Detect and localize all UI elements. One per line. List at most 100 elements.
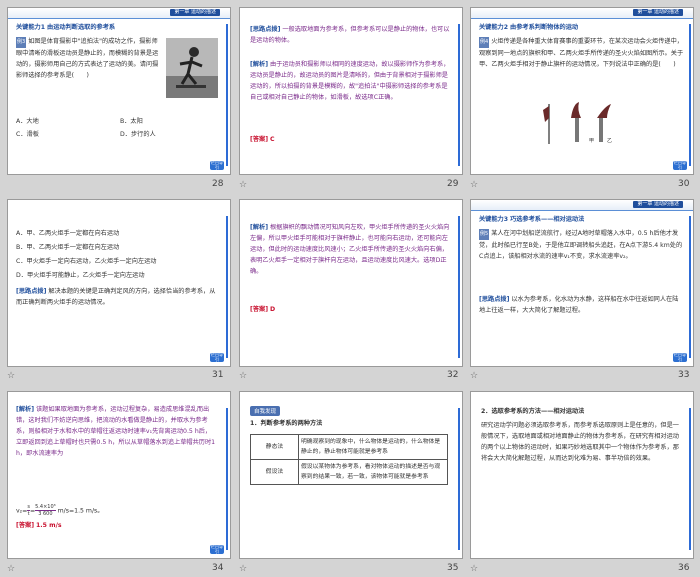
tip-text: 解决本题的关键是正确判定风的方向，选择恰当的参考系，从而正确判断两火炬手的运动情… bbox=[16, 288, 216, 306]
page-number: 35 bbox=[447, 563, 459, 573]
star-icon[interactable]: ☆ bbox=[239, 371, 247, 381]
formula-numerator: 5.4×10³ bbox=[35, 504, 56, 511]
analysis-block: [解析] 由于运动员和摄影师以相同的速度运动，故以摄影师作为参考系，运动员是静止… bbox=[250, 59, 450, 103]
slide-29[interactable]: [思路点拨] 一般选取地面为参考系，但参考系可以是静止的物体，也可以是运动的物体… bbox=[239, 7, 463, 175]
option-a: A．大地 bbox=[16, 118, 39, 125]
answer-block: [答案] C bbox=[250, 134, 275, 145]
flag-torch-figure: 甲 乙 bbox=[543, 102, 612, 144]
side-bar bbox=[458, 408, 460, 550]
slide-33[interactable]: 第一章 运动的描述 关键能力3 巧选参考系——相对运动法 例5 某人在河中划船逆流… bbox=[470, 199, 694, 367]
page-number: 30 bbox=[678, 179, 690, 189]
section-badge: 自我发现 bbox=[250, 406, 281, 416]
star-icon[interactable]: ☆ bbox=[7, 564, 15, 574]
side-bar bbox=[689, 24, 691, 166]
heading-text: 由运动判断选取的参考系 bbox=[47, 24, 116, 31]
question-text: 某人在河中划船逆流航行，经过A地时草帽落入水中，0.5 h后他才发觉，此时船已行… bbox=[479, 230, 683, 260]
answer-text: C bbox=[270, 136, 275, 143]
side-bar bbox=[226, 408, 228, 550]
option-c: C．滑板 bbox=[16, 131, 39, 138]
analysis-block: [解析] 该题如果取地面为参考系，运动过程复杂，易造成思维混乱而出错，这时我们不… bbox=[16, 404, 216, 459]
formula-denominator: 3 600 bbox=[38, 511, 53, 517]
page-number: 28 bbox=[212, 179, 224, 189]
page-number: 32 bbox=[447, 370, 459, 380]
option-d: D．甲火炬手可能静止，乙火炬手一定向左运动 bbox=[16, 272, 145, 279]
analysis-text: 由于运动员和摄影师以相同的速度运动，故以摄影师作为参考系，运动员是静止的，故运动… bbox=[250, 61, 450, 101]
heading-label: 关键能力3 bbox=[479, 216, 509, 223]
side-bar bbox=[458, 216, 460, 358]
tip-block: [思路点拨] 解决本题的关键是正确判定风的方向，选择恰当的参考系，从而正确判断两… bbox=[16, 286, 221, 308]
table-row: 假设法 假设以某物体为参考系，看对物体运动的描述是否与观察到的结果一致，若一致，… bbox=[250, 459, 448, 485]
slide-35[interactable]: 自我发现 1．判断参考系的两种方法 静态法 明确观察到的现象中，什么物体是运动的… bbox=[239, 391, 463, 559]
question-text: 火炬传递是各种重大体育赛事的重要环节，在某次运动会火炬传递中，观察到同一地点的旗… bbox=[479, 38, 684, 68]
analysis-label: [解析] bbox=[16, 406, 35, 413]
formula-t: t bbox=[27, 511, 30, 517]
star-icon[interactable]: ☆ bbox=[470, 180, 478, 190]
question-text: 如图是体育摄影中"追拍法"的成功之作，摄影师眼中清晰的滑板运动员是静止的，而模糊… bbox=[16, 38, 159, 79]
answer-block: [答案] 1.5 m/s bbox=[16, 520, 62, 531]
example-tag: 例5 bbox=[479, 229, 490, 240]
option-c: C．甲火炬手一定向右运动，乙火炬手一定向左运动 bbox=[16, 258, 157, 265]
nav-corner-button[interactable]: 栏目导引 bbox=[673, 160, 687, 170]
table-row: 静态法 明确观察到的现象中，什么物体是运动的，什么物体是静止的，静止物体可能就是… bbox=[250, 434, 448, 460]
answer-label: [答案] bbox=[250, 136, 269, 143]
slide-28[interactable]: 第一章 运动的描述 关键能力1 由运动判断选取的参考系 例3 如图是体育摄影中"追… bbox=[7, 7, 231, 175]
slide-32[interactable]: [解析] 根据旗帜的飘动情况可知风向左吹，甲火炬手所传递的圣火火焰向左偏，所以甲… bbox=[239, 199, 463, 367]
slide-31[interactable]: A．甲、乙两火炬手一定都在向右运动 B．甲、乙两火炬手一定都在向左运动 C．甲火… bbox=[7, 199, 231, 367]
option-d: D．步行的人 bbox=[120, 131, 156, 138]
desc-cell: 假设以某物体为参考系，看对物体运动的描述是否与观察到的结果一致，若一致，该物体可… bbox=[298, 459, 448, 485]
side-bar bbox=[689, 216, 691, 358]
slide-30[interactable]: 第一章 运动的描述 关键能力2 由参考系判断物体的运动 例4 火炬传递是各种重大体… bbox=[470, 7, 694, 175]
tip-block: [思路点拨] 以水为参考系，化水动为水静，这样船在水中往返如同人在陆地上往返一样… bbox=[479, 294, 684, 316]
analysis-text: 根据旗帜的飘动情况可知风向左吹，甲火炬手所传递的圣火火焰向左偏，所以甲火炬手可能… bbox=[250, 224, 450, 275]
example-tag: 例3 bbox=[16, 37, 27, 48]
analysis-label: [解析] bbox=[250, 61, 269, 68]
page-number: 36 bbox=[678, 563, 690, 573]
nav-corner-button[interactable]: 栏目导引 bbox=[210, 160, 224, 170]
answer-block: [答案] D bbox=[250, 304, 275, 315]
side-bar bbox=[689, 408, 691, 550]
skateboarder-photo bbox=[166, 38, 218, 98]
side-bar bbox=[226, 24, 228, 166]
heading-text: 巧选参考系——相对运动法 bbox=[510, 216, 585, 223]
page-number: 29 bbox=[447, 179, 459, 189]
nav-corner-button[interactable]: 栏目导引 bbox=[673, 352, 687, 362]
section-subtitle: 2．选取参考系的方法——相对运动法 bbox=[481, 408, 585, 415]
method-cell: 静态法 bbox=[250, 434, 299, 460]
formula-s: s bbox=[27, 504, 30, 511]
side-bar bbox=[458, 24, 460, 166]
nav-corner-button[interactable]: 栏目导引 bbox=[210, 544, 224, 554]
heading: 关键能力2 由参考系判断物体的运动 bbox=[479, 22, 578, 33]
star-icon[interactable]: ☆ bbox=[470, 564, 478, 574]
slide-header: 第一章 运动的描述 bbox=[471, 8, 693, 19]
page-number: 33 bbox=[678, 370, 690, 380]
slide-36[interactable]: 2．选取参考系的方法——相对运动法 研究运动学问题必须选取参考系，而参考系选取原… bbox=[470, 391, 694, 559]
option-a: A．甲、乙两火炬手一定都在向右运动 bbox=[16, 230, 120, 237]
formula: v₂= s t= 5.4×10³ 3 600 m/s=1.5 m/s。 bbox=[16, 504, 104, 517]
star-icon[interactable]: ☆ bbox=[239, 564, 247, 574]
star-icon[interactable]: ☆ bbox=[470, 371, 478, 381]
example-tag: 例4 bbox=[479, 37, 490, 48]
tip-block: [思路点拨] 一般选取地面为参考系，但参考系可以是静止的物体，也可以是运动的物体… bbox=[250, 24, 450, 46]
star-icon[interactable]: ☆ bbox=[239, 180, 247, 190]
tip-label: [思路点拨] bbox=[250, 26, 281, 33]
section-subtitle: 1．判断参考系的两种方法 bbox=[250, 420, 323, 427]
heading: 关键能力3 巧选参考系——相对运动法 bbox=[479, 214, 584, 225]
option-b: B．太阳 bbox=[120, 118, 143, 125]
analysis-text: 该题如果取地面为参考系，运动过程复杂，易造成思维混乱而出错，这时我们不妨逆向思维… bbox=[16, 406, 216, 457]
heading: 关键能力1 由运动判断选取的参考系 bbox=[16, 22, 115, 33]
body-text: 研究运动学问题必须选取参考系，而参考系选取原则上是任意的，但是一般情况下，选取地… bbox=[481, 422, 679, 462]
star-icon[interactable]: ☆ bbox=[7, 371, 15, 381]
slide-34[interactable]: [解析] 该题如果取地面为参考系，运动过程复杂，易造成思维混乱而出错，这时我们不… bbox=[7, 391, 231, 559]
label-yi: 乙 bbox=[607, 137, 612, 144]
formula-prefix: v₂= bbox=[16, 507, 28, 515]
method-cell: 假设法 bbox=[250, 459, 299, 485]
methods-table: 静态法 明确观察到的现象中，什么物体是运动的，什么物体是静止的，静止物体可能就是… bbox=[250, 434, 448, 485]
nav-corner-button[interactable]: 栏目导引 bbox=[210, 352, 224, 362]
answer-label: [答案] bbox=[250, 306, 269, 313]
chapter-tag: 第一章 运动的描述 bbox=[633, 9, 683, 16]
answer-text: 1.5 m/s bbox=[36, 522, 62, 529]
answer-text: D bbox=[270, 306, 276, 313]
question-body: 例4 火炬传递是各种重大体育赛事的重要环节，在某次运动会火炬传递中，观察到同一地点… bbox=[479, 36, 684, 70]
chapter-tag: 第一章 运动的描述 bbox=[633, 201, 683, 208]
chapter-tag: 第一章 运动的描述 bbox=[170, 9, 220, 16]
